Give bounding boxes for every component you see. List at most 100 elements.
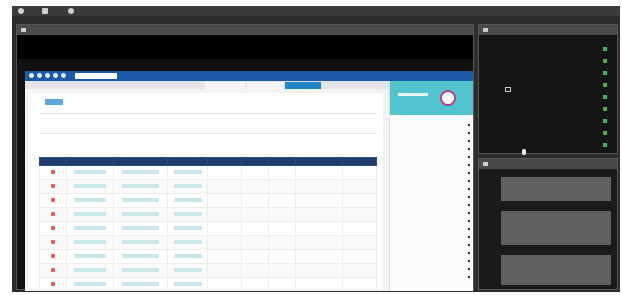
sidebar-item[interactable] <box>396 137 470 145</box>
sidebar-item[interactable] <box>396 225 470 233</box>
delete-icon[interactable] <box>50 184 55 188</box>
link-pill[interactable] <box>173 240 202 244</box>
column-header[interactable] <box>268 157 297 166</box>
link-pill[interactable] <box>122 254 160 258</box>
link-pill[interactable] <box>73 282 107 286</box>
delete-icon[interactable] <box>50 198 55 202</box>
attendee-item[interactable] <box>497 79 607 91</box>
tab-active[interactable] <box>285 82 321 89</box>
attendee-item[interactable] <box>497 139 607 151</box>
window-icon[interactable] <box>18 8 24 14</box>
sidebar-item[interactable] <box>396 209 470 217</box>
delete-icon[interactable] <box>50 226 55 230</box>
attendee-item[interactable] <box>497 67 607 79</box>
monitor-icon[interactable] <box>42 8 48 14</box>
attendee-item[interactable] <box>497 115 607 127</box>
attendee-item[interactable] <box>497 103 607 115</box>
link-pill[interactable] <box>173 282 202 286</box>
link-pill[interactable] <box>122 170 160 174</box>
delete-icon[interactable] <box>50 170 55 174</box>
panel-menu-icon[interactable] <box>483 162 488 166</box>
attendee-item[interactable] <box>497 91 607 103</box>
sidebar-item[interactable] <box>396 121 470 129</box>
table-row[interactable] <box>39 221 377 236</box>
sidebar-item[interactable] <box>396 273 470 281</box>
sidebar-item[interactable] <box>396 177 470 185</box>
column-header[interactable] <box>241 157 270 166</box>
table-row[interactable] <box>39 263 377 278</box>
toolbar-icon[interactable] <box>53 73 58 78</box>
sidebar-item[interactable] <box>396 233 470 241</box>
link-pill[interactable] <box>73 212 107 216</box>
link-pill[interactable] <box>73 268 107 272</box>
attendee-item[interactable] <box>497 127 607 139</box>
link-pill[interactable] <box>173 170 202 174</box>
link-pill[interactable] <box>173 268 202 272</box>
delete-icon[interactable] <box>50 254 55 258</box>
link-pill[interactable] <box>122 240 160 244</box>
table-row[interactable] <box>39 179 377 194</box>
link-pill[interactable] <box>173 226 202 230</box>
link-pill[interactable] <box>73 240 107 244</box>
tab[interactable] <box>205 82 245 89</box>
panel-menu-icon[interactable] <box>21 28 26 32</box>
table-row[interactable] <box>39 235 377 250</box>
sidebar-item[interactable] <box>396 153 470 161</box>
sidebar-item[interactable] <box>396 217 470 225</box>
column-header[interactable] <box>113 157 169 166</box>
column-header[interactable] <box>295 157 344 166</box>
delete-icon[interactable] <box>50 282 55 286</box>
attendee-item[interactable] <box>497 55 607 67</box>
delete-icon[interactable] <box>50 212 55 216</box>
sidebar-item[interactable] <box>396 241 470 249</box>
column-header[interactable] <box>39 157 67 166</box>
sidebar-item[interactable] <box>396 169 470 177</box>
toolbar-icon[interactable] <box>61 73 66 78</box>
sidebar-item[interactable] <box>396 129 470 137</box>
dot-icon[interactable] <box>68 8 74 14</box>
link-pill[interactable] <box>122 268 160 272</box>
link-pill[interactable] <box>73 170 107 174</box>
home-icon[interactable] <box>29 73 34 78</box>
toolbar-icon[interactable] <box>45 73 50 78</box>
link-pill[interactable] <box>73 184 107 188</box>
link-pill[interactable] <box>122 226 160 230</box>
link-pill[interactable] <box>173 212 202 216</box>
link-pill[interactable] <box>73 226 107 230</box>
search-input[interactable] <box>75 73 117 79</box>
sidebar-item[interactable] <box>396 265 470 273</box>
column-header[interactable] <box>207 157 243 166</box>
delete-icon[interactable] <box>50 268 55 272</box>
link-pill[interactable] <box>73 198 107 202</box>
link-pill[interactable] <box>173 254 202 258</box>
table-row[interactable] <box>39 277 377 291</box>
sidebar-item[interactable] <box>396 257 470 265</box>
column-header[interactable] <box>65 157 115 166</box>
link-pill[interactable] <box>173 198 202 202</box>
column-header[interactable] <box>342 157 377 166</box>
sidebar-item[interactable] <box>396 249 470 257</box>
table-row[interactable] <box>39 193 377 208</box>
tab[interactable] <box>247 82 283 89</box>
table-row[interactable] <box>39 207 377 222</box>
sidebar-item[interactable] <box>396 193 470 201</box>
table-cell <box>268 165 297 180</box>
table-row[interactable] <box>39 165 377 180</box>
sidebar-item[interactable] <box>396 161 470 169</box>
action-button[interactable] <box>45 99 63 105</box>
table-row[interactable] <box>39 249 377 264</box>
attendee-item[interactable] <box>497 43 607 55</box>
sidebar-item[interactable] <box>396 201 470 209</box>
link-pill[interactable] <box>173 184 202 188</box>
sidebar-item[interactable] <box>396 145 470 153</box>
link-pill[interactable] <box>122 282 160 286</box>
column-header[interactable] <box>167 157 209 166</box>
link-pill[interactable] <box>122 212 160 216</box>
link-pill[interactable] <box>73 254 107 258</box>
toolbar-icon[interactable] <box>37 73 42 78</box>
link-pill[interactable] <box>122 198 160 202</box>
link-pill[interactable] <box>122 184 160 188</box>
delete-icon[interactable] <box>50 240 55 244</box>
sidebar-item[interactable] <box>396 185 470 193</box>
panel-menu-icon[interactable] <box>483 28 488 32</box>
